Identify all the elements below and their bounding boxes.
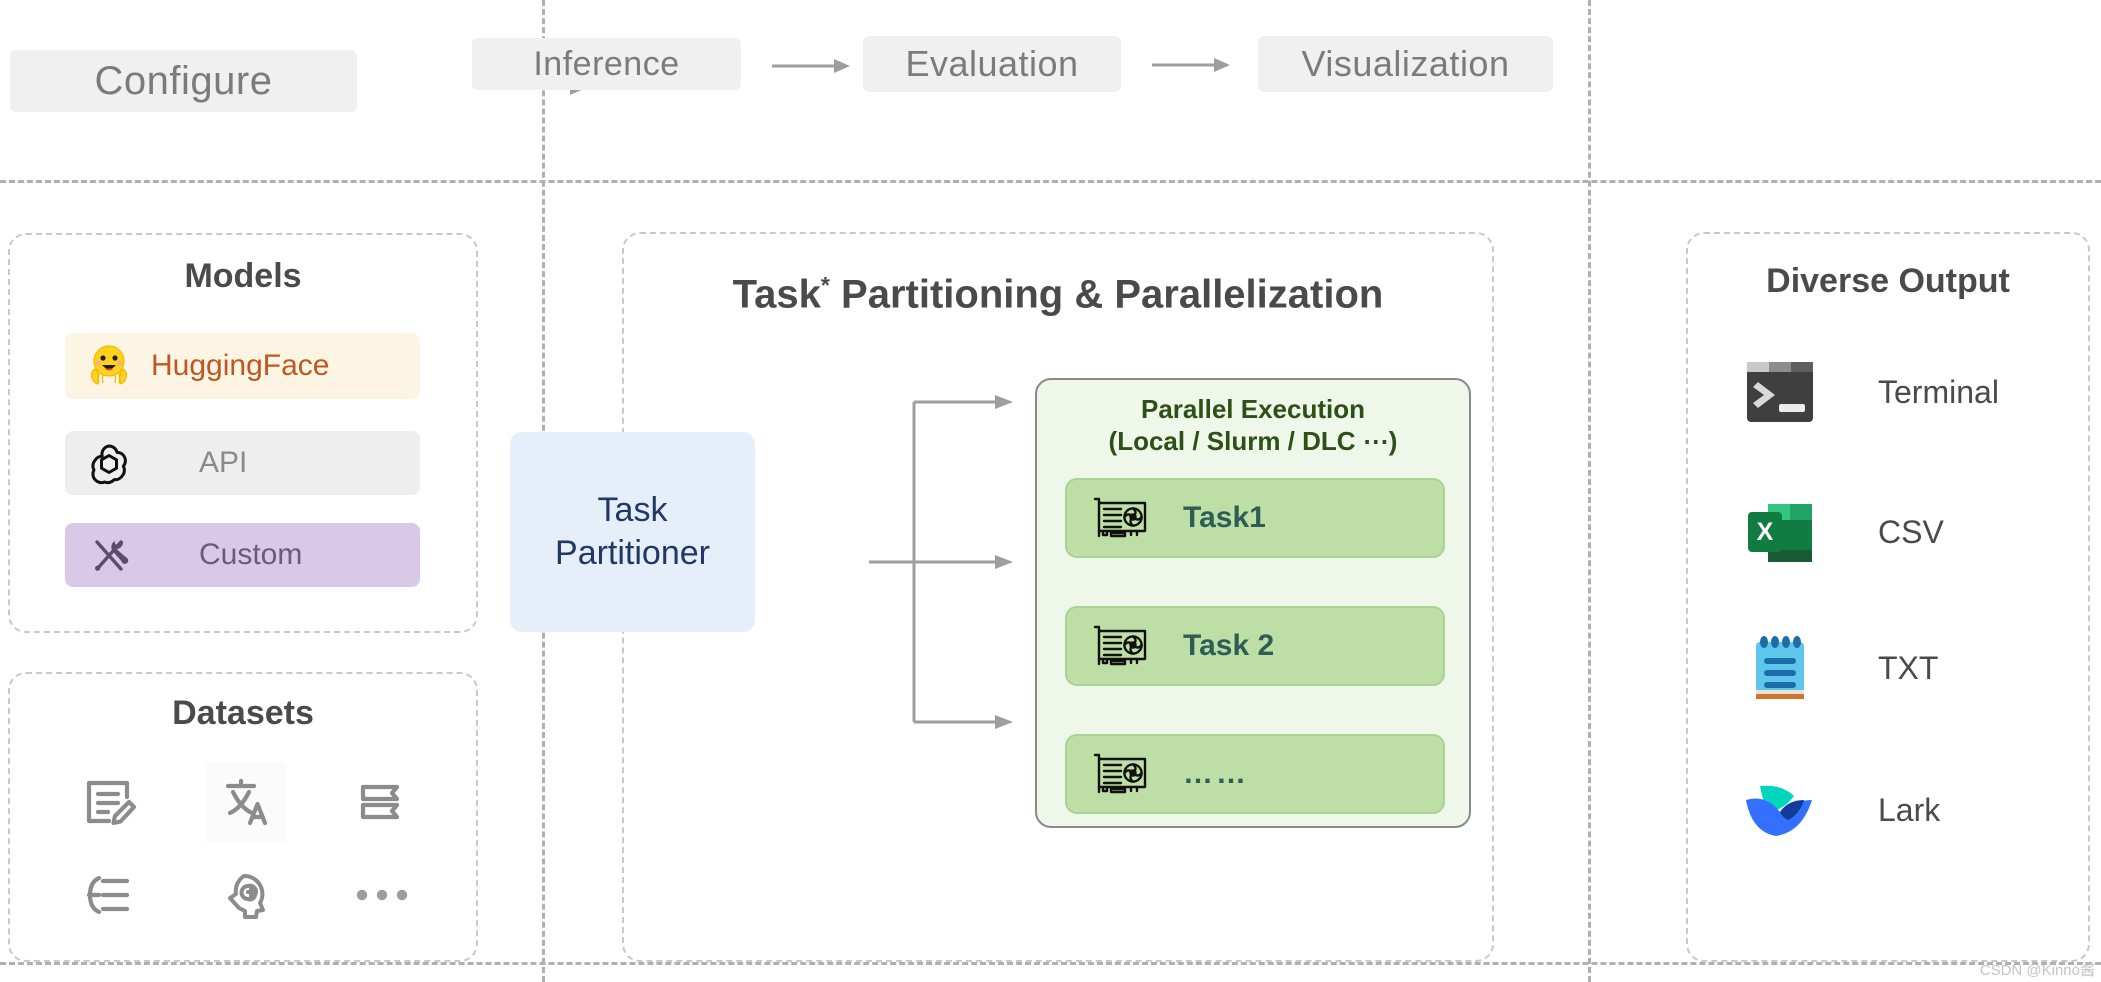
task-partitioner-box[interactable]: Task Partitioner <box>510 432 755 632</box>
model-row-api[interactable]: API <box>65 431 420 495</box>
gpu-card-icon <box>1089 494 1151 542</box>
output-row-terminal[interactable]: Terminal <box>1744 356 1999 428</box>
center-panel-title: Task* Partitioning & Parallelization <box>624 272 1492 317</box>
model-label: Custom <box>199 538 303 571</box>
output-panel: Diverse Output Terminal X CSV TXT Lark <box>1686 232 2090 962</box>
task-card-1[interactable]: Task1 <box>1065 478 1445 558</box>
task-partitioner-line2: Partitioner <box>555 534 710 572</box>
stage-pill-visualization[interactable]: Visualization <box>1258 36 1553 92</box>
stage-pill-evaluation[interactable]: Evaluation <box>863 36 1121 92</box>
center-title-rest: Partitioning & Parallelization <box>829 272 1384 317</box>
parallel-execution-title: Parallel Execution (Local / Slurm / DLC … <box>1037 380 1469 457</box>
document-edit-icon[interactable] <box>68 762 148 842</box>
brain-head-icon[interactable] <box>205 855 285 935</box>
book-icon[interactable] <box>342 762 422 842</box>
task-label: Task 2 <box>1183 629 1275 662</box>
gpu-card-icon <box>1089 622 1151 670</box>
gpu-card-icon <box>1089 750 1151 798</box>
model-row-huggingface[interactable]: HuggingFace <box>65 333 420 399</box>
task-label: Task1 <box>1183 501 1266 534</box>
divider-vertical-right <box>1588 0 1591 982</box>
openai-icon <box>81 435 137 491</box>
lark-icon <box>1744 774 1816 846</box>
terminal-icon <box>1744 356 1816 428</box>
output-row-lark[interactable]: Lark <box>1744 774 1940 846</box>
arrow-right-icon <box>772 56 850 76</box>
stage-pill-inference[interactable]: Inference <box>472 38 741 90</box>
output-label: CSV <box>1878 513 1944 550</box>
center-panel: Task* Partitioning & Parallelization Tas… <box>510 232 1494 962</box>
stage-label: Evaluation <box>905 43 1079 84</box>
task-card-3[interactable]: …… <box>1065 734 1445 814</box>
notepad-icon <box>1744 632 1816 704</box>
output-label: TXT <box>1878 649 1939 686</box>
parallel-execution-box: Parallel Execution (Local / Slurm / DLC … <box>1035 378 1471 828</box>
watermark: CSDN @Kinno酱 <box>1979 962 2095 979</box>
tools-icon <box>81 527 137 583</box>
datasets-panel-title: Datasets <box>172 694 314 732</box>
task-partitioner-line1: Task <box>597 491 668 530</box>
stage-pill-configure[interactable]: Configure <box>10 50 357 112</box>
task-card-2[interactable]: Task 2 <box>1065 606 1445 686</box>
dataset-icon-grid <box>40 756 450 941</box>
task-label: …… <box>1183 757 1249 790</box>
models-panel-title: Models <box>184 257 302 295</box>
hugging-face-icon <box>81 338 137 394</box>
models-panel: Models HuggingFace API Custom <box>8 233 478 633</box>
output-panel-title: Diverse Output <box>1766 262 2010 300</box>
divider-horizontal-top <box>0 180 2101 183</box>
stage-label: Visualization <box>1301 43 1510 84</box>
model-label: API <box>199 446 248 479</box>
model-row-custom[interactable]: Custom <box>65 523 420 587</box>
output-row-txt[interactable]: TXT <box>1744 632 1938 704</box>
center-title-main: Task <box>732 272 821 317</box>
diagram-canvas: Configure Inference Evaluation Visualiza… <box>0 0 2101 982</box>
list-brace-icon[interactable] <box>68 855 148 935</box>
parallel-execution-title-line2: (Local / Slurm / DLC ⋯) <box>1108 425 1398 456</box>
datasets-panel: Datasets <box>8 672 478 962</box>
branch-arrow-icon <box>869 374 1029 734</box>
model-label: HuggingFace <box>151 349 330 382</box>
stage-label: Configure <box>94 58 273 103</box>
divider-horizontal-bottom <box>0 962 2101 965</box>
svg-text:X: X <box>1757 518 1774 546</box>
output-label: Terminal <box>1878 373 1999 410</box>
translate-icon[interactable] <box>204 762 285 843</box>
center-title-superscript: * <box>820 272 830 298</box>
parallel-execution-title-line1: Parallel Execution <box>1141 394 1365 424</box>
output-label: Lark <box>1878 791 1941 828</box>
stage-label: Inference <box>533 44 680 83</box>
ellipsis-icon[interactable] <box>342 855 422 935</box>
excel-icon: X <box>1744 496 1816 568</box>
arrow-right-icon <box>1152 55 1230 75</box>
output-row-csv[interactable]: X CSV <box>1744 496 1944 568</box>
